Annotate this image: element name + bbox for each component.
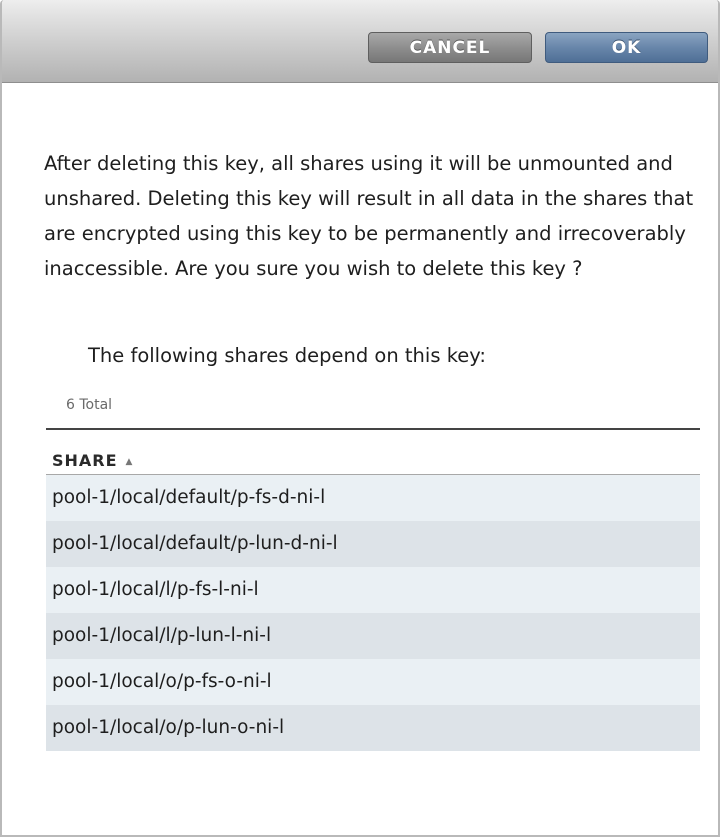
table-row[interactable]: pool-1/local/l/p-fs-l-ni-l xyxy=(46,567,700,613)
dependent-shares-label: The following shares depend on this key: xyxy=(88,344,486,367)
delete-key-dialog: CANCEL OK After deleting this key, all s… xyxy=(0,0,720,837)
total-count: 6 Total xyxy=(66,397,113,413)
dialog-titlebar: CANCEL OK xyxy=(2,0,718,83)
table-row[interactable]: pool-1/local/default/p-fs-d-ni-l xyxy=(46,475,700,521)
table-row[interactable]: pool-1/local/l/p-lun-l-ni-l xyxy=(46,613,700,659)
ok-button[interactable]: OK xyxy=(545,32,708,63)
table-row[interactable]: pool-1/local/o/p-fs-o-ni-l xyxy=(46,659,700,705)
table-header: SHARE ▲ xyxy=(46,430,700,475)
share-column-header[interactable]: SHARE ▲ xyxy=(52,451,133,470)
warning-message: After deleting this key, all shares usin… xyxy=(44,152,694,280)
cancel-button[interactable]: CANCEL xyxy=(368,32,532,63)
sort-ascending-icon: ▲ xyxy=(125,457,134,467)
shares-table: SHARE ▲ pool-1/local/default/p-fs-d-ni-l … xyxy=(46,428,700,751)
table-row[interactable]: pool-1/local/o/p-lun-o-ni-l xyxy=(46,705,700,751)
table-row[interactable]: pool-1/local/default/p-lun-d-ni-l xyxy=(46,521,700,567)
share-column-label: SHARE xyxy=(52,451,118,470)
